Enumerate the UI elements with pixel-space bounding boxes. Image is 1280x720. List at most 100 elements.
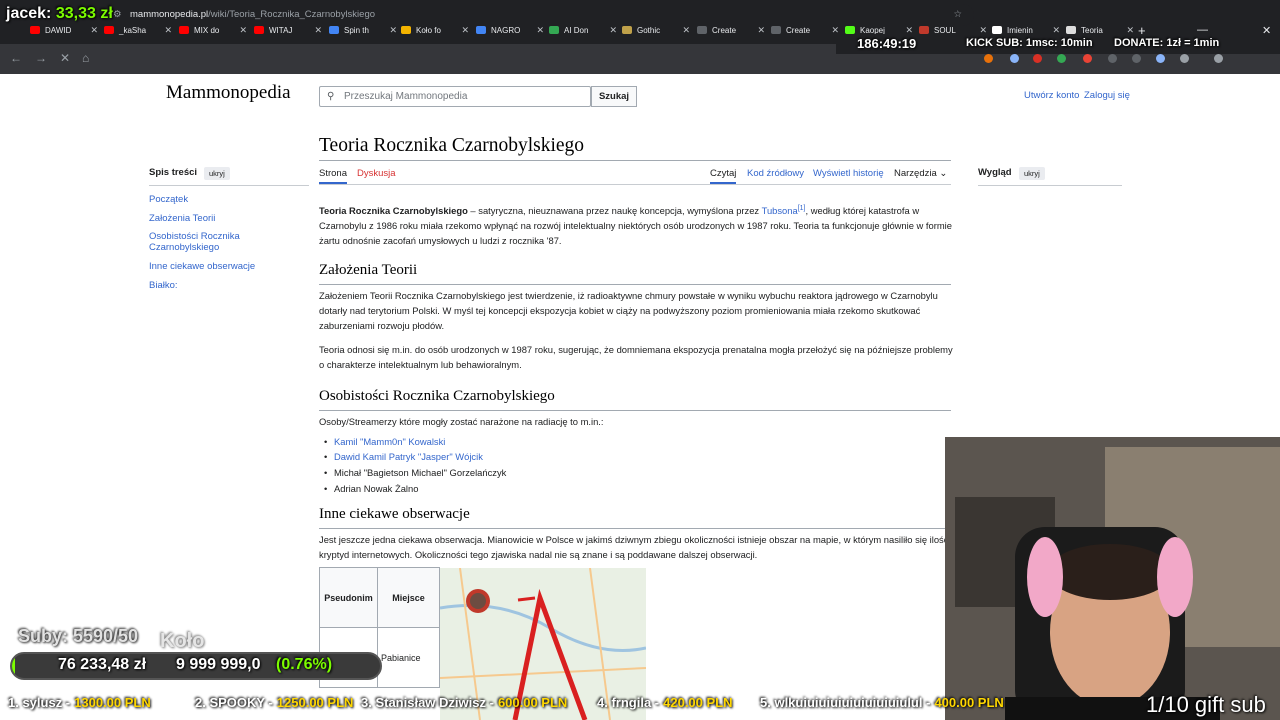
toc-item[interactable]: Inne ciekawe obserwacje: [149, 261, 269, 272]
toc-item[interactable]: Założenia Teorii: [149, 213, 269, 224]
toc-item[interactable]: Osobistości Rocznika Czarnobylskiego: [149, 231, 269, 253]
list-item: Adrian Nowak Żalno: [324, 483, 418, 494]
paragraph: Osoby/Streamerzy które mogły zostać nara…: [319, 416, 604, 427]
table-cell: Pabianice: [377, 627, 440, 688]
tab-history[interactable]: Wyświetl historię: [813, 168, 884, 179]
tab-favicon-icon: [401, 26, 411, 34]
tab-favicon-icon: [771, 26, 781, 34]
paragraph: Jest jeszcze jedna ciekawa obserwacja. M…: [319, 534, 949, 560]
ticker-name: 2. SPOOKY -: [195, 695, 273, 710]
extension-icon[interactable]: [1108, 54, 1117, 63]
goal-percent: (0.76%): [276, 656, 333, 673]
tab-favicon-icon: [30, 26, 40, 34]
ticker-name: 4. frngila -: [597, 695, 660, 710]
toc-title: Spis treści: [149, 167, 198, 178]
tab-close-icon[interactable]: ✕: [239, 25, 247, 36]
top-donor-amount: 33,33 zł: [55, 5, 113, 22]
tab-favicon-icon: [254, 26, 264, 34]
bookmark-star-icon[interactable]: ☆: [953, 4, 962, 26]
reference-link[interactable]: [1]: [798, 205, 806, 212]
toc-hide-button[interactable]: ukryj: [204, 167, 230, 180]
ticker-amount: 420.00 PLN: [663, 695, 733, 710]
tab-discussion[interactable]: Dyskusja: [357, 168, 396, 179]
tab-favicon-icon: [549, 26, 559, 34]
extensions-puzzle-icon[interactable]: [1180, 54, 1189, 63]
tab-label: MIX do: [194, 25, 220, 35]
webcam-image: [945, 437, 1280, 720]
extension-icon[interactable]: [1033, 54, 1042, 63]
search-icon: ⚲: [327, 91, 335, 102]
toc-divider: [149, 185, 309, 186]
tab-label: Gothic: [637, 25, 661, 35]
toc-item[interactable]: Białko:: [149, 280, 269, 291]
ticker-item: 4. frngila -420.00 PLN: [597, 695, 733, 710]
tab-label: _kaSha: [119, 25, 147, 35]
goal-target: 9 999 999,0: [176, 656, 261, 673]
tab-close-icon[interactable]: ✕: [536, 25, 544, 36]
ticker-amount: 1300.00 PLN: [74, 695, 151, 710]
back-icon[interactable]: ←: [10, 51, 22, 65]
table-header: Pseudonim: [319, 567, 378, 628]
tab-close-icon[interactable]: ✕: [609, 25, 617, 36]
list-item[interactable]: Dawid Kamil Patryk "Jasper" Wójcik: [324, 451, 483, 462]
table-header: Miejsce: [377, 567, 440, 628]
tab-favicon-icon: [622, 26, 632, 34]
tab-close-icon[interactable]: ✕: [757, 25, 765, 36]
tab-favicon-icon: [476, 26, 486, 34]
section-divider: [319, 284, 951, 285]
tubson-link[interactable]: Tubsona: [762, 205, 798, 216]
tab-favicon-icon: [329, 26, 339, 34]
ticker-item: 1. sylusz -1300.00 PLN: [8, 695, 151, 710]
chevron-down-icon: ⌄: [939, 168, 948, 179]
forward-icon[interactable]: →: [35, 51, 47, 65]
extension-icon[interactable]: [984, 54, 993, 63]
site-info-icon[interactable]: ⚙: [113, 4, 122, 26]
tabs-divider: [319, 184, 951, 185]
extension-icon[interactable]: [1156, 54, 1165, 63]
page-title: Teoria Rocznika Czarnobylskiego: [319, 135, 585, 156]
extension-icon[interactable]: [1010, 54, 1019, 63]
home-icon[interactable]: ⌂: [82, 51, 89, 65]
site-logo[interactable]: Mammonopedia: [166, 82, 291, 104]
toc-item[interactable]: Początek: [149, 194, 269, 205]
tab-close-icon[interactable]: ✕: [461, 25, 469, 36]
appearance-hide-button[interactable]: ukryj: [1019, 167, 1045, 180]
browser-tab[interactable]: DAWID ✕: [30, 20, 98, 40]
tab-close-icon[interactable]: ✕: [90, 25, 98, 36]
appearance-divider: [978, 185, 1122, 186]
subs-counter: Suby: 5590/50: [18, 626, 139, 646]
section-divider: [319, 528, 951, 529]
tab-read[interactable]: Czytaj: [710, 168, 737, 184]
tab-label: AI Don: [564, 25, 589, 35]
menu-icon[interactable]: [1214, 54, 1223, 63]
tab-label: Create: [712, 25, 737, 35]
kolo-label: Koło: [160, 630, 205, 652]
ticker-amount: 600.00 PLN: [497, 695, 568, 710]
tab-close-icon[interactable]: ✕: [164, 25, 172, 36]
reload-icon[interactable]: ✕: [60, 51, 70, 65]
section-heading: Założenia Teorii: [319, 262, 418, 278]
section-heading: Inne ciekawe obserwacje: [319, 506, 470, 522]
search-input[interactable]: ⚲ Przeszukaj Mammonopedia: [319, 86, 591, 107]
tab-tools-label: Narzędzia: [894, 168, 937, 179]
extension-icon[interactable]: [1083, 54, 1092, 63]
tab-close-icon[interactable]: ✕: [682, 25, 690, 36]
tab-label: WITAJ: [269, 25, 293, 35]
intro-bold: Teoria Rocznika Czarnobylskiego: [319, 205, 468, 217]
tab-source[interactable]: Kod źródłowy: [747, 168, 804, 179]
url-field[interactable]: ⚙ mammonopedia.pl/wiki/Teoria_Rocznika_C…: [104, 4, 974, 26]
tab-favicon-icon: [104, 26, 114, 34]
intro-paragraph: Teoria Rocznika Czarnobylskiego – satyry…: [319, 201, 959, 248]
ticker-item: 5. wlkuiuiuiuiuiuiuiuiuiulul -400.00 PLN: [760, 695, 1004, 710]
create-account-link[interactable]: Utwórz konto: [1024, 90, 1079, 101]
goal-current: 76 233,48 zł: [58, 656, 147, 673]
list-item[interactable]: Kamil "Mamm0n" Kowalski: [324, 436, 445, 447]
login-link[interactable]: Zaloguj się: [1084, 90, 1130, 101]
tab-tools[interactable]: Narzędzia ⌄: [894, 168, 947, 179]
extension-icon[interactable]: [1132, 54, 1141, 63]
search-button[interactable]: Szukaj: [591, 86, 637, 107]
tab-page[interactable]: Strona: [319, 168, 347, 184]
extension-icon[interactable]: [1057, 54, 1066, 63]
tab-close-icon[interactable]: ✕: [389, 25, 397, 36]
tab-close-icon[interactable]: ✕: [314, 25, 322, 36]
